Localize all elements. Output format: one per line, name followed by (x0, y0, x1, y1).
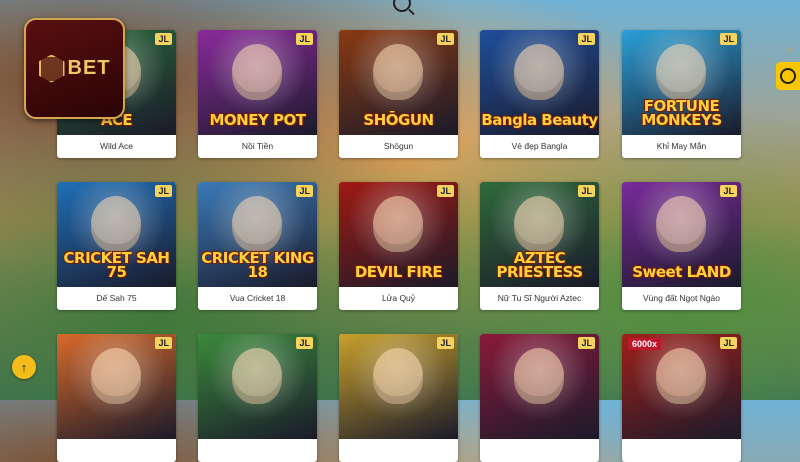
multiplier-badge: 6000x (628, 338, 662, 350)
game-character-art (91, 196, 141, 252)
game-thumbnail[interactable]: JL (480, 334, 599, 439)
provider-badge: JL (155, 337, 172, 349)
game-logo-art: FORTUNE MONKEYS (641, 97, 722, 129)
game-logo-art: AZTEC PRIESTESS (496, 249, 583, 281)
game-character-art (656, 196, 706, 252)
game-logo-art: MONEY POT (209, 111, 306, 129)
game-character-art (373, 348, 423, 404)
game-thumbnail[interactable]: JL CRICKET KING 18 (198, 182, 317, 287)
game-logo-art: Sweet LAND (632, 263, 731, 281)
game-title: Shōgun (383, 141, 414, 151)
game-logo-art: CRICKET KING 18 (201, 249, 314, 281)
logo-text: BET (67, 57, 111, 79)
game-character-art (373, 196, 423, 252)
scroll-down-icon[interactable]: ↓ (786, 38, 793, 54)
game-character-art (514, 348, 564, 404)
game-thumbnail[interactable]: JL 6000x (622, 334, 741, 439)
game-card[interactable]: JL (339, 334, 458, 462)
game-title: Dế Sah 75 (96, 293, 137, 303)
game-title: Vùng đất Ngọt Ngào (642, 293, 721, 303)
game-thumbnail[interactable]: JL (198, 334, 317, 439)
game-grid: JL ACE Wild Ace JL MONEY POT Nồi Tiền JL SHŌGUN… (57, 30, 741, 462)
headset-icon (780, 68, 796, 84)
game-thumbnail[interactable]: JL FORTUNE MONKEYS (622, 30, 741, 135)
game-title: Wild Ace (99, 141, 134, 151)
game-thumbnail[interactable]: JL CRICKET SAH 75 (57, 182, 176, 287)
game-card[interactable]: JL 6000x (622, 334, 741, 462)
game-title: Vua Cricket 18 (229, 293, 286, 303)
game-character-art (232, 348, 282, 404)
game-card[interactable]: JL SHŌGUN Shōgun (339, 30, 458, 158)
game-character-art (232, 44, 282, 100)
game-card[interactable]: JL MONEY POT Nồi Tiền (198, 30, 317, 158)
game-character-art (514, 196, 564, 252)
game-thumbnail[interactable]: JL Bangla Beauty (480, 30, 599, 135)
game-card[interactable]: JL AZTEC PRIESTESS Nữ Tu Sĩ Người Aztec (480, 182, 599, 310)
provider-badge: JL (720, 185, 737, 197)
game-card[interactable]: JL (480, 334, 599, 462)
game-character-art (514, 44, 564, 100)
game-character-art (373, 44, 423, 100)
provider-badge: JL (720, 337, 737, 349)
game-character-art (656, 44, 706, 100)
game-title (480, 439, 599, 462)
game-card[interactable]: JL Sweet LAND Vùng đất Ngọt Ngào (622, 182, 741, 310)
game-title: Nữ Tu Sĩ Người Aztec (497, 293, 582, 303)
game-character-art (91, 348, 141, 404)
game-title (339, 439, 458, 462)
provider-badge: JL (155, 33, 172, 45)
game-thumbnail[interactable]: JL (57, 334, 176, 439)
brand-logo[interactable]: BET (24, 18, 125, 119)
scroll-to-top-button[interactable]: ↑ (12, 355, 36, 379)
provider-badge: JL (720, 33, 737, 45)
game-card[interactable]: JL Bangla Beauty Vẻ đẹp Bangla (480, 30, 599, 158)
game-card[interactable]: JL (198, 334, 317, 462)
provider-badge: JL (578, 33, 595, 45)
game-card[interactable]: JL DEVIL FIRE Lửa Quỷ (339, 182, 458, 310)
game-card[interactable]: JL FORTUNE MONKEYS Khỉ May Mắn (622, 30, 741, 158)
game-logo-art: SHŌGUN (363, 111, 434, 129)
game-card[interactable]: JL (57, 334, 176, 462)
game-title: Vẻ đẹp Bangla (511, 141, 568, 151)
game-card[interactable]: JL CRICKET KING 18 Vua Cricket 18 (198, 182, 317, 310)
game-title (57, 439, 176, 462)
game-thumbnail[interactable]: JL MONEY POT (198, 30, 317, 135)
provider-badge: JL (578, 185, 595, 197)
game-logo-art: CRICKET SAH 75 (63, 249, 170, 281)
game-thumbnail[interactable]: JL SHŌGUN (339, 30, 458, 135)
game-title: Lửa Quỷ (381, 293, 416, 303)
provider-badge: JL (437, 337, 454, 349)
provider-badge: JL (437, 185, 454, 197)
game-character-art (656, 348, 706, 404)
game-character-art (232, 196, 282, 252)
game-title: Nồi Tiền (241, 141, 274, 151)
provider-badge: JL (155, 185, 172, 197)
provider-badge: JL (296, 33, 313, 45)
search-icon[interactable] (393, 0, 411, 12)
logo-mark-icon (38, 54, 65, 83)
game-thumbnail[interactable]: JL (339, 334, 458, 439)
game-logo-art: DEVIL FIRE (354, 263, 443, 281)
game-logo-art: Bangla Beauty (481, 111, 598, 129)
game-thumbnail[interactable]: JL Sweet LAND (622, 182, 741, 287)
provider-badge: JL (578, 337, 595, 349)
game-title (622, 439, 741, 462)
game-thumbnail[interactable]: JL DEVIL FIRE (339, 182, 458, 287)
game-thumbnail[interactable]: JL AZTEC PRIESTESS (480, 182, 599, 287)
provider-badge: JL (296, 185, 313, 197)
provider-badge: JL (296, 337, 313, 349)
game-title (198, 439, 317, 462)
provider-badge: JL (437, 33, 454, 45)
support-chat-button[interactable] (776, 62, 800, 90)
game-title: Khỉ May Mắn (656, 141, 707, 151)
game-card[interactable]: JL CRICKET SAH 75 Dế Sah 75 (57, 182, 176, 310)
